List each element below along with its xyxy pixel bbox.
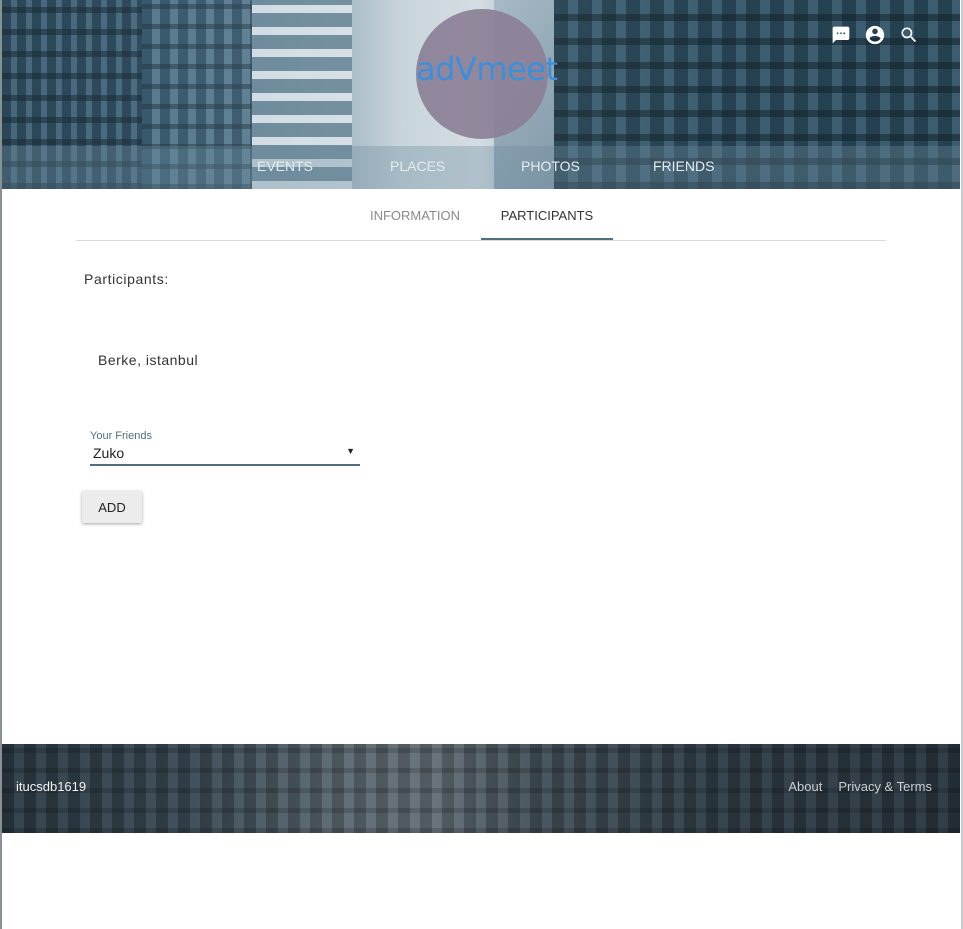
footer-brand: itucsdb1619: [16, 779, 87, 794]
nav-item-photos[interactable]: PHOTOS: [521, 158, 580, 174]
search-icon[interactable]: [898, 24, 920, 46]
nav-item-events[interactable]: EVENTS: [257, 158, 313, 174]
logo-text[interactable]: adVmeet: [416, 50, 558, 88]
main-nav: EVENTS PLACES PHOTOS FRIENDS: [2, 146, 960, 189]
footer-link-privacy-terms[interactable]: Privacy & Terms: [838, 779, 932, 794]
footer-links: About Privacy & Terms: [788, 779, 932, 794]
participants-heading: Participants:: [84, 271, 169, 287]
header-actions: [830, 24, 920, 46]
account-circle-icon[interactable]: [864, 24, 886, 46]
nav-item-places[interactable]: PLACES: [390, 158, 445, 174]
friends-select-value: Zuko: [93, 445, 125, 461]
friends-select-label: Your Friends: [90, 430, 152, 442]
add-button[interactable]: ADD: [82, 491, 142, 523]
participant-item: Berke, istanbul: [98, 352, 199, 368]
footer: itucsdb1619 About Privacy & Terms: [2, 744, 960, 833]
tab-information[interactable]: INFORMATION: [360, 190, 470, 240]
nav-item-friends[interactable]: FRIENDS: [653, 158, 714, 174]
chat-icon[interactable]: [830, 24, 852, 46]
tab-participants[interactable]: PARTICIPANTS: [481, 190, 613, 240]
friends-select[interactable]: Zuko ▼: [90, 443, 360, 466]
dropdown-arrow-icon: ▼: [346, 446, 355, 456]
header-banner: adVmeet EVENTS PLACES PHOTOS FRIENDS: [2, 0, 960, 189]
event-tabs: INFORMATION PARTICIPANTS: [76, 190, 886, 241]
footer-link-about[interactable]: About: [788, 779, 822, 794]
